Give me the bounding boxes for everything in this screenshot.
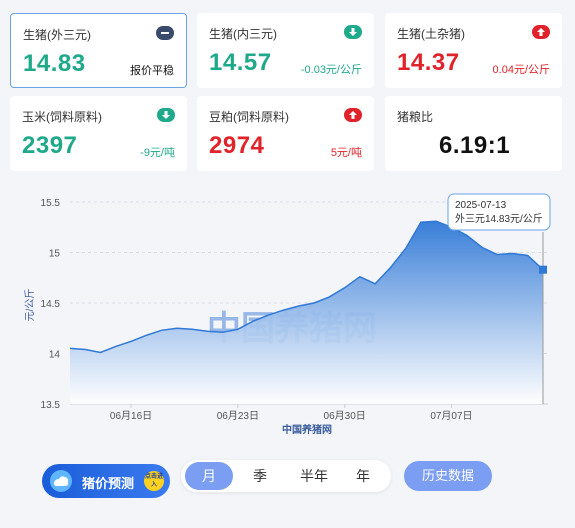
- card-name: 玉米(饲料原料): [22, 110, 102, 124]
- card-change: 报价平稳: [130, 65, 174, 77]
- tooltip: 2025-07-13 外三元14.83元/公斤: [447, 193, 551, 231]
- price-chart-svg[interactable]: 中国养猪网 15.5 15 14.5 14 13.5 06月16日 06月23日 06月30…: [0, 190, 575, 440]
- card-name: 豆粕(饲料原料): [209, 110, 289, 124]
- y-tick-label: 13.5: [41, 400, 61, 411]
- cloud-logo-icon: [48, 469, 74, 493]
- enter-tag: 点击进入: [144, 471, 164, 491]
- history-data-button[interactable]: 历史数据: [404, 461, 492, 491]
- x-tick-label: 06月23日: [217, 410, 259, 422]
- card-price: 6.19:1: [439, 132, 511, 159]
- price-card-pig-grain-ratio[interactable]: 猪粮比 6.19:1: [385, 96, 562, 171]
- card-name: 生猪(土杂猪): [397, 27, 465, 41]
- price-card-corn[interactable]: 玉米(饲料原料) 2397 -9元/吨: [10, 96, 187, 171]
- tooltip-value: 外三元14.83元/公斤: [455, 213, 543, 225]
- price-card-nei-san-yuan[interactable]: 生猪(内三元) 14.57 -0.03元/公斤: [197, 13, 374, 88]
- card-change: -0.03元/公斤: [300, 64, 362, 76]
- period-selector: 月 季 半年 年: [181, 460, 391, 492]
- y-axis-label: 元/公斤: [24, 289, 36, 322]
- price-forecast-label: 猪价预测: [82, 476, 135, 491]
- price-forecast-button[interactable]: 猪价预测 点击进入: [42, 464, 170, 498]
- y-tick-label: 15: [49, 249, 61, 260]
- card-price: 14.37: [397, 49, 460, 76]
- y-tick-label: 14: [49, 350, 61, 361]
- period-half-year[interactable]: 半年: [288, 462, 340, 490]
- card-name: 猪粮比: [397, 110, 434, 124]
- x-axis-label: 中国养猪网: [282, 423, 332, 436]
- card-change: 0.04元/公斤: [492, 64, 550, 76]
- card-change: -9元/吨: [140, 147, 175, 159]
- down-arrow-icon: [344, 25, 362, 39]
- price-chart[interactable]: 中国养猪网 15.5 15 14.5 14 13.5 06月16日 06月23日 06月30…: [0, 190, 575, 440]
- card-price: 2974: [209, 132, 265, 159]
- card-change: 5元/吨: [330, 147, 362, 159]
- hover-point: [539, 265, 547, 274]
- flat-icon: [156, 26, 174, 40]
- price-card-soybean-meal[interactable]: 豆粕(饲料原料) 2974 5元/吨: [197, 96, 374, 171]
- up-arrow-icon: [344, 108, 362, 122]
- period-year[interactable]: 年: [339, 462, 387, 490]
- x-tick-label: 07月07日: [430, 410, 472, 422]
- card-price: 2397: [22, 132, 78, 159]
- price-card-wai-san-yuan[interactable]: 生猪(外三元) 14.83 报价平稳: [10, 13, 187, 88]
- card-name: 生猪(内三元): [209, 27, 277, 41]
- up-arrow-icon: [532, 25, 550, 39]
- card-name: 生猪(外三元): [23, 28, 91, 42]
- down-arrow-icon: [157, 108, 175, 122]
- x-tick-label: 06月16日: [110, 410, 152, 422]
- x-tick-label: 06月30日: [324, 410, 366, 422]
- tooltip-date: 2025-07-13: [455, 200, 507, 211]
- card-price: 14.83: [23, 50, 86, 77]
- period-quarter[interactable]: 季: [236, 462, 284, 490]
- y-tick-label: 15.5: [41, 198, 61, 209]
- y-tick-label: 14.5: [41, 299, 61, 310]
- area-fill: [70, 221, 543, 404]
- period-month[interactable]: 月: [185, 462, 233, 490]
- price-card-tu-za-zhu[interactable]: 生猪(土杂猪) 14.37 0.04元/公斤: [385, 13, 562, 88]
- card-price: 14.57: [209, 49, 272, 76]
